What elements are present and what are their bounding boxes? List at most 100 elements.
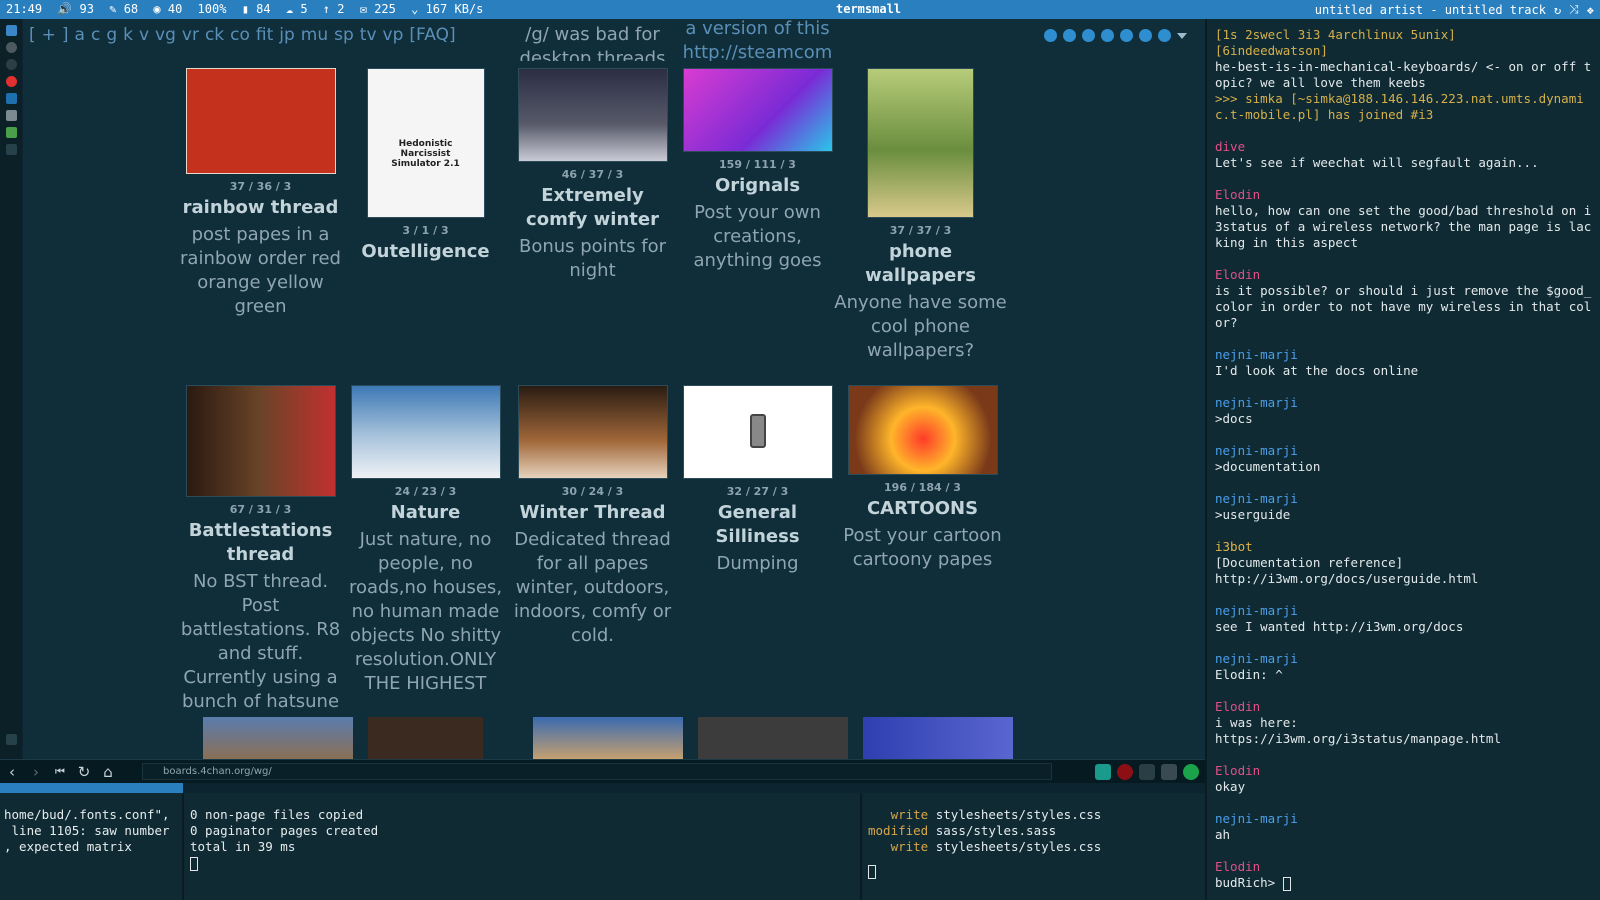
grid-icon[interactable] xyxy=(6,127,17,138)
dropbox-icon[interactable]: ❖ xyxy=(1587,3,1594,17)
thread-thumbnail[interactable] xyxy=(350,385,501,479)
board-link[interactable]: tv xyxy=(360,25,377,45)
catalog-item[interactable]: 32 / 27 / 3 General Silliness Dumping xyxy=(675,385,840,730)
thread-thumbnail[interactable]: Hedonistic Narcissist Simulator 2.1 xyxy=(366,68,485,218)
globe-icon[interactable] xyxy=(6,42,17,53)
thread-thumbnail[interactable] xyxy=(203,717,353,759)
thread-thumbnail[interactable] xyxy=(867,68,974,218)
thread-thumbnail[interactable] xyxy=(517,68,668,162)
board-link[interactable]: sp xyxy=(334,25,354,45)
catalog-item-partial[interactable]: a version of this http://steamcom xyxy=(675,19,840,61)
terminal-pane-2[interactable]: 0 non-page files copied 0 paginator pages… xyxy=(186,793,862,900)
board-link[interactable]: vr xyxy=(182,25,199,45)
catalog-item[interactable]: 196 / 184 / 3 CARTOONS Post your cartoon… xyxy=(840,385,1005,730)
board-link[interactable]: + xyxy=(42,25,56,45)
thread-thumbnail[interactable] xyxy=(698,717,848,759)
terminal-pane-3[interactable]: write stylesheets/styles.css modified sas… xyxy=(864,793,1205,900)
eye-icon[interactable] xyxy=(1044,29,1057,42)
thread-title[interactable]: rainbow thread xyxy=(178,196,343,220)
catalog-item[interactable]: 37 / 36 / 3 rainbow thread post papes in… xyxy=(178,68,343,408)
thread-title[interactable]: Extremely comfy winter xyxy=(510,184,675,232)
refresh-icon[interactable] xyxy=(1120,29,1133,42)
compass-action: write xyxy=(868,807,929,822)
thread-title[interactable]: Outelligence xyxy=(343,240,508,264)
reload-icon[interactable]: ↻ xyxy=(72,763,96,781)
image-icon[interactable] xyxy=(1082,29,1095,42)
terminal-cursor xyxy=(190,856,198,871)
terminal-tab-active[interactable] xyxy=(0,783,183,793)
irc-input-line[interactable]: budRich> xyxy=(1215,875,1592,891)
cloud-icon[interactable] xyxy=(6,93,17,104)
catalog-item[interactable]: 159 / 111 / 3 Orignals Post your own cre… xyxy=(675,68,840,408)
catalog-item[interactable]: 67 / 31 / 3 Battlestations thread No BST… xyxy=(178,385,343,730)
thread-thumbnail[interactable] xyxy=(682,68,833,152)
thread-thumbnail[interactable] xyxy=(533,717,683,759)
board-link[interactable]: mu xyxy=(301,25,328,45)
board-link[interactable]: k xyxy=(123,25,133,45)
thread-title[interactable]: General Silliness xyxy=(675,501,840,549)
forward-icon[interactable]: › xyxy=(24,763,48,781)
notification-icon[interactable] xyxy=(1161,764,1177,780)
catalog-item[interactable]: Hedonistic Narcissist Simulator 2.1 3 / … xyxy=(343,68,508,408)
board-link[interactable]: v xyxy=(139,25,149,45)
terminal-pane-1[interactable]: home/bud/.fonts.conf", line 1105: saw nu… xyxy=(0,793,184,900)
thread-thumbnail[interactable] xyxy=(185,385,336,497)
board-link[interactable]: ck xyxy=(205,25,224,45)
irc-nick: [6indeedwatson] xyxy=(1215,43,1328,58)
mail-icon[interactable]: ✉ xyxy=(360,2,367,16)
thread-title[interactable]: Winter Thread xyxy=(510,501,675,525)
thread-title[interactable]: CARTOONS xyxy=(840,497,1005,521)
stylus-icon[interactable] xyxy=(1095,764,1111,780)
thread-thumbnail[interactable] xyxy=(368,717,483,759)
catalog-item[interactable]: 30 / 24 / 3 Winter Thread Dedicated thre… xyxy=(510,385,675,730)
trash-icon[interactable] xyxy=(6,734,17,745)
irc-nick: Elodin xyxy=(1215,763,1261,778)
board-link[interactable]: fit xyxy=(256,25,273,45)
thread-thumbnail[interactable] xyxy=(847,385,998,475)
terminal-line: line 1105: saw number xyxy=(4,823,170,838)
faq-link[interactable]: [FAQ] xyxy=(409,25,455,45)
thread-title[interactable]: Orignals xyxy=(675,174,840,198)
back-icon[interactable]: ‹ xyxy=(0,763,24,781)
expand-icon[interactable] xyxy=(1063,29,1076,42)
board-link[interactable]: g xyxy=(106,25,117,45)
board-link[interactable]: c xyxy=(91,25,100,45)
volume-icon[interactable]: 🔊 xyxy=(57,2,72,16)
gear-icon[interactable] xyxy=(1158,29,1171,42)
thread-thumbnail[interactable] xyxy=(517,385,668,479)
thread-title[interactable]: Nature xyxy=(343,501,508,525)
catalog-item-partial[interactable]: /g/ was bad for desktop threads xyxy=(510,19,675,61)
thread-thumbnail[interactable] xyxy=(682,385,833,479)
wrench-icon[interactable] xyxy=(1139,29,1152,42)
pen-icon[interactable] xyxy=(1139,764,1155,780)
board-link[interactable]: vg xyxy=(155,25,176,45)
tab-icon[interactable] xyxy=(6,25,17,36)
repeat-icon[interactable]: ↻ xyxy=(1554,3,1561,17)
catalog-item[interactable]: 24 / 23 / 3 Nature Just nature, no peopl… xyxy=(343,385,508,730)
catalog-item[interactable]: 37 / 37 / 3 phone wallpapers Anyone have… xyxy=(833,68,1008,408)
url-input[interactable]: boards.4chan.org/wg/ xyxy=(142,763,1052,780)
chevron-down-icon[interactable] xyxy=(1177,33,1187,39)
thread-thumbnail[interactable] xyxy=(863,717,1013,759)
comment-icon[interactable] xyxy=(1101,29,1114,42)
board-link[interactable]: a xyxy=(75,25,85,45)
board-link[interactable]: vp xyxy=(383,25,404,45)
first-page-icon[interactable]: ⏮ xyxy=(48,765,72,779)
thread-stats: 30 / 24 / 3 xyxy=(561,485,624,498)
image-icon[interactable] xyxy=(6,110,17,121)
catalog-item[interactable]: 46 / 37 / 3 Extremely comfy winter Bonus… xyxy=(510,68,675,408)
shuffle-icon[interactable]: ⤨ xyxy=(1569,2,1579,17)
vimium-icon[interactable] xyxy=(1183,764,1199,780)
irc-buffer-list[interactable]: [1s 2swecl 3i3 4archlinux 5unix] xyxy=(1215,27,1592,43)
irc-client[interactable]: [1s 2swecl 3i3 4archlinux 5unix] [6indee… xyxy=(1205,19,1600,900)
reload-icon[interactable] xyxy=(6,59,17,70)
add-icon[interactable] xyxy=(6,144,17,155)
thread-title[interactable]: phone wallpapers xyxy=(833,240,1008,288)
reddit-icon[interactable] xyxy=(6,76,17,87)
thread-title[interactable]: Battlestations thread xyxy=(178,519,343,567)
home-icon[interactable]: ⌂ xyxy=(96,763,120,781)
board-link[interactable]: co xyxy=(230,25,250,45)
ublock-icon[interactable] xyxy=(1117,764,1133,780)
thread-thumbnail[interactable] xyxy=(185,68,336,174)
board-link[interactable]: jp xyxy=(279,25,295,45)
